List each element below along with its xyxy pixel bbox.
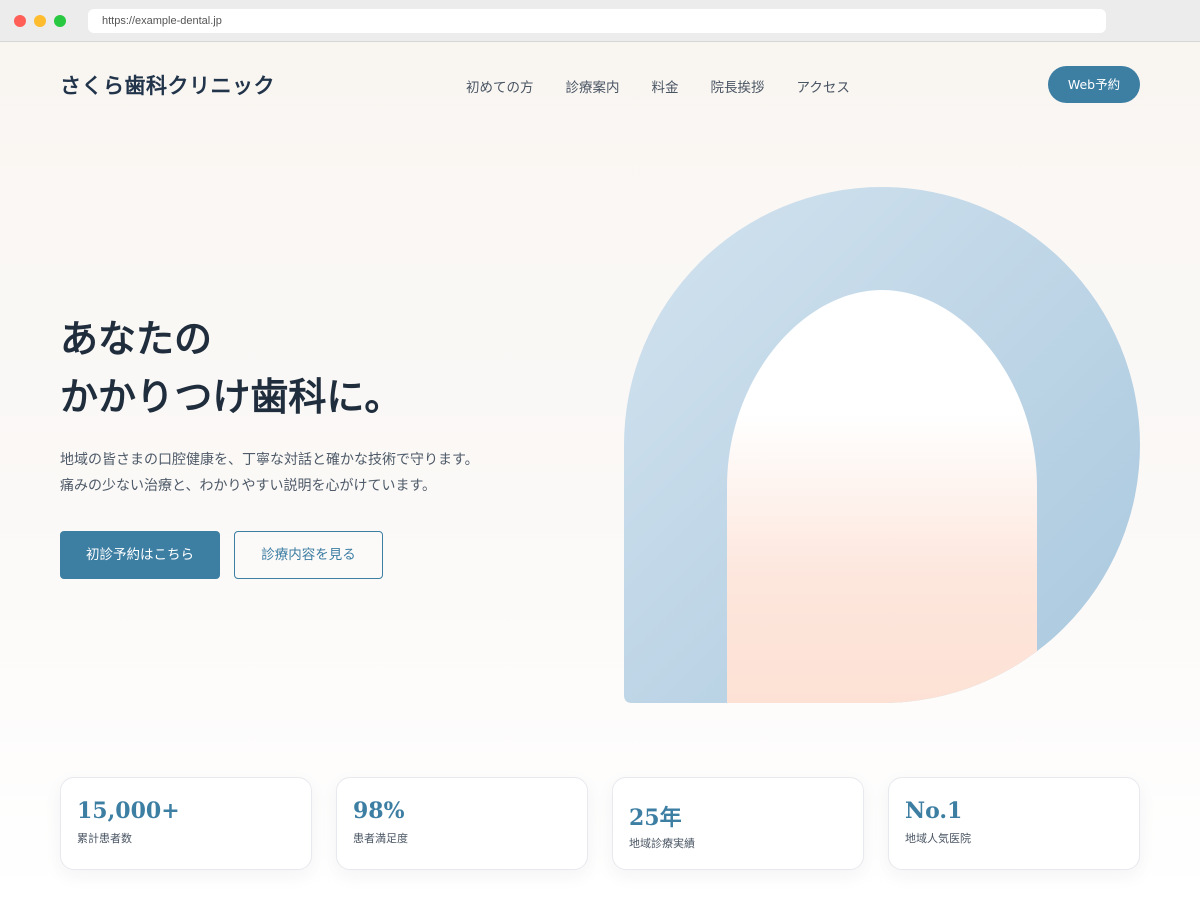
stat-card-total-patients: 15,000+ 累計患者数 xyxy=(60,777,312,870)
stat-value: 98% xyxy=(353,798,405,824)
nav-item-access[interactable]: アクセス xyxy=(797,76,850,96)
nav-item-treatments[interactable]: 診療案内 xyxy=(566,76,620,96)
stat-label: 地域人気医院 xyxy=(905,832,971,845)
stat-card-satisfaction: 98% 患者満足度 xyxy=(336,777,588,870)
main-nav: 初めての方 診療案内 料金 院長挨拶 アクセス xyxy=(466,76,850,96)
hero-title-line-2: かかりつけ歯科に。 xyxy=(60,374,403,419)
hero-description: 地域の皆さまの口腔健康を、丁寧な対話と確かな技術で守ります。 痛みの少ない治療と… xyxy=(60,447,479,499)
hero-description-line-1: 地域の皆さまの口腔健康を、丁寧な対話と確かな技術で守ります。 xyxy=(60,452,479,468)
first-visit-reservation-button[interactable]: 初診予約はこちら xyxy=(60,531,220,579)
stat-value: 25年 xyxy=(629,805,682,831)
nav-item-director-greeting[interactable]: 院長挨拶 xyxy=(711,76,765,96)
stat-label: 地域診療実績 xyxy=(629,837,695,850)
stat-label: 累計患者数 xyxy=(77,832,132,845)
stat-value: 15,000+ xyxy=(77,798,180,824)
arch-illustration xyxy=(624,187,1140,703)
stat-card-years: 25年 地域診療実績 xyxy=(612,777,864,870)
hero-title: あなたの かかりつけ歯科に。 xyxy=(60,310,402,426)
hero-description-line-2: 痛みの少ない治療と、わかりやすい説明を心がけています。 xyxy=(60,478,437,494)
nav-item-first-visit[interactable]: 初めての方 xyxy=(466,76,534,96)
page: さくら歯科クリニック 初めての方 診療案内 料金 院長挨拶 アクセス Web予約… xyxy=(0,42,1200,900)
maximize-window-icon[interactable] xyxy=(54,15,66,27)
minimize-window-icon[interactable] xyxy=(34,15,46,27)
site-logo[interactable]: さくら歯科クリニック xyxy=(60,70,275,100)
stat-label: 患者満足度 xyxy=(353,832,408,845)
stat-card-ranking: No.1 地域人気医院 xyxy=(888,777,1140,870)
arch-window xyxy=(727,290,1037,703)
nav-item-pricing[interactable]: 料金 xyxy=(652,76,679,96)
hero-title-line-1: あなたの xyxy=(60,316,213,361)
address-bar[interactable]: https://example-dental.jp xyxy=(88,9,1106,33)
web-reservation-button[interactable]: Web予約 xyxy=(1048,66,1140,103)
browser-chrome: https://example-dental.jp xyxy=(0,0,1200,42)
close-window-icon[interactable] xyxy=(14,15,26,27)
view-treatments-button[interactable]: 診療内容を見る xyxy=(234,531,383,579)
stat-value: No.1 xyxy=(905,798,963,824)
